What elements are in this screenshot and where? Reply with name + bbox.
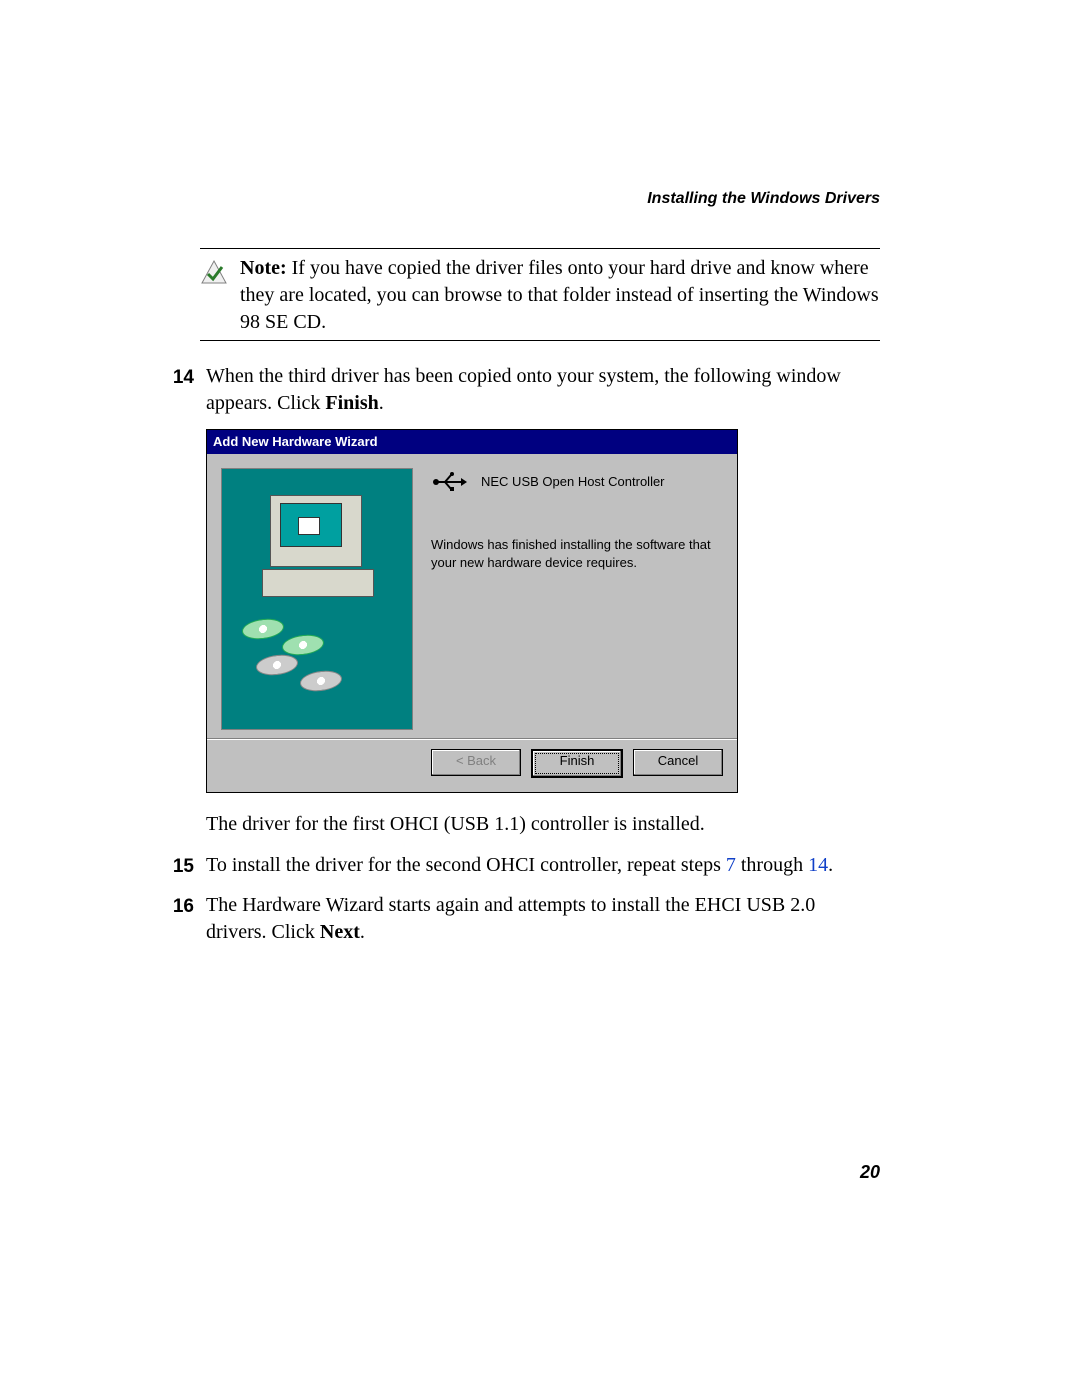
wizard-titlebar: Add New Hardware Wizard xyxy=(207,430,737,454)
step-link-7[interactable]: 7 xyxy=(726,854,736,876)
step-number: 14 xyxy=(164,363,194,417)
step-body: The Hardware Wizard starts again and att… xyxy=(206,892,880,946)
cd-icon xyxy=(282,633,324,657)
cancel-button[interactable]: Cancel xyxy=(633,749,723,776)
note-label: Note: xyxy=(240,257,287,279)
back-button: < Back xyxy=(431,749,521,776)
window-icon xyxy=(298,517,320,535)
wizard-device-name: NEC USB Open Host Controller xyxy=(481,473,665,491)
document-page: Installing the Windows Drivers Note: If … xyxy=(0,0,1080,1397)
step-text: When the third driver has been copied on… xyxy=(206,365,841,414)
step-15: 15 To install the driver for the second … xyxy=(164,852,880,880)
divider xyxy=(200,248,880,249)
step-text: . xyxy=(828,854,833,876)
cd-icon xyxy=(300,669,342,693)
step-text: To install the driver for the second OHC… xyxy=(206,854,726,876)
step-link-14[interactable]: 14 xyxy=(808,854,828,876)
wizard-message: Windows has finished installing the soft… xyxy=(431,536,711,571)
step-bold: Next xyxy=(320,921,360,943)
step-bold: Finish xyxy=(325,392,378,414)
note-body: If you have copied the driver files onto… xyxy=(240,257,879,333)
steps-list: 14 When the third driver has been copied… xyxy=(160,363,920,946)
check-note-icon xyxy=(200,259,228,287)
finish-button[interactable]: Finish xyxy=(531,749,623,778)
step-text: . xyxy=(360,921,365,943)
running-head: Installing the Windows Drivers xyxy=(160,190,880,208)
step-body: To install the driver for the second OHC… xyxy=(206,852,880,880)
wizard-button-row: < Back Finish Cancel xyxy=(207,738,737,792)
divider xyxy=(200,340,880,341)
step-text: through xyxy=(736,854,808,876)
note-text: Note: If you have copied the driver file… xyxy=(240,255,880,336)
wizard-dialog: Add New Hardware Wizard xyxy=(206,429,738,793)
step-body: When the third driver has been copied on… xyxy=(206,363,880,417)
computer-base-icon xyxy=(262,569,374,597)
step-14: 14 When the third driver has been copied… xyxy=(164,363,880,417)
step-number: 16 xyxy=(164,892,194,946)
step-number: 15 xyxy=(164,852,194,880)
wizard-body: NEC USB Open Host Controller Windows has… xyxy=(207,454,737,738)
step-text: . xyxy=(379,392,384,414)
note-block: Note: If you have copied the driver file… xyxy=(200,248,880,341)
wizard-content: NEC USB Open Host Controller Windows has… xyxy=(431,468,723,730)
step-text: The Hardware Wizard starts again and att… xyxy=(206,894,815,943)
cd-icon xyxy=(242,617,284,641)
usb-icon xyxy=(431,472,467,492)
page-number: 20 xyxy=(860,1162,880,1183)
cd-icon xyxy=(256,653,298,677)
wizard-illustration xyxy=(221,468,413,730)
step-16: 16 The Hardware Wizard starts again and … xyxy=(164,892,880,946)
step-14-result: The driver for the first OHCI (USB 1.1) … xyxy=(206,811,880,838)
